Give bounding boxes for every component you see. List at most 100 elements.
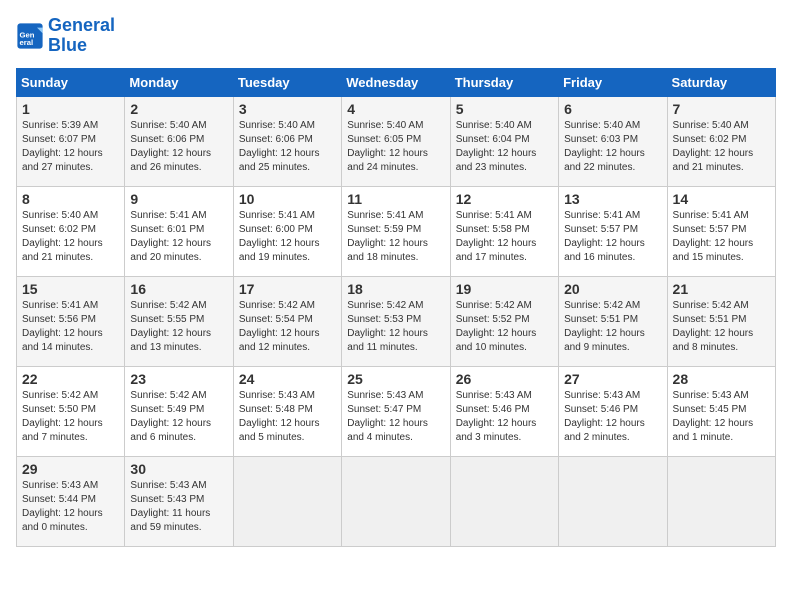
day-info: Sunrise: 5:41 AMSunset: 6:00 PMDaylight:… [239, 209, 336, 265]
calendar-body: 1Sunrise: 5:39 AMSunset: 6:07 PMDaylight… [17, 96, 776, 546]
calendar-week-1: 8 Sunrise: 5:40 AMSunset: 6:02 PMDaylight… [17, 186, 776, 276]
day-number: 3 [239, 101, 336, 117]
day-info: Sunrise: 5:41 AMSunset: 5:57 PMDaylight:… [564, 209, 661, 265]
logo: Gen eral General Blue [16, 16, 115, 56]
day-number: 23 [130, 371, 227, 387]
day-info: Sunrise: 5:43 AMSunset: 5:46 PMDaylight:… [564, 389, 661, 445]
calendar-cell [667, 456, 775, 546]
calendar-cell [450, 456, 558, 546]
day-number: 7 [673, 101, 770, 117]
calendar-cell [559, 456, 667, 546]
day-number: 15 [22, 281, 119, 297]
day-number: 5 [456, 101, 553, 117]
day-info: Sunrise: 5:42 AMSunset: 5:52 PMDaylight:… [456, 299, 553, 355]
calendar-cell: 6 Sunrise: 5:40 AMSunset: 6:03 PMDaylight… [559, 96, 667, 186]
day-header-saturday: Saturday [667, 68, 775, 96]
day-number: 2 [130, 101, 227, 117]
day-info: Sunrise: 5:40 AMSunset: 6:06 PMDaylight:… [239, 119, 336, 175]
day-info: Sunrise: 5:43 AMSunset: 5:43 PMDaylight:… [130, 479, 227, 535]
day-info: Sunrise: 5:40 AMSunset: 6:02 PMDaylight:… [22, 209, 119, 265]
calendar-cell: 2 Sunrise: 5:40 AMSunset: 6:06 PMDaylight… [125, 96, 233, 186]
calendar-cell: 27 Sunrise: 5:43 AMSunset: 5:46 PMDayligh… [559, 366, 667, 456]
calendar-week-2: 15 Sunrise: 5:41 AMSunset: 5:56 PMDayligh… [17, 276, 776, 366]
day-info: Sunrise: 5:43 AMSunset: 5:47 PMDaylight:… [347, 389, 444, 445]
calendar-cell: 9 Sunrise: 5:41 AMSunset: 6:01 PMDaylight… [125, 186, 233, 276]
day-number: 20 [564, 281, 661, 297]
calendar-cell: 1Sunrise: 5:39 AMSunset: 6:07 PMDaylight… [17, 96, 125, 186]
day-info: Sunrise: 5:43 AMSunset: 5:46 PMDaylight:… [456, 389, 553, 445]
calendar-cell: 22 Sunrise: 5:42 AMSunset: 5:50 PMDayligh… [17, 366, 125, 456]
calendar-cell: 5 Sunrise: 5:40 AMSunset: 6:04 PMDaylight… [450, 96, 558, 186]
day-number: 9 [130, 191, 227, 207]
day-header-sunday: Sunday [17, 68, 125, 96]
calendar-table: SundayMondayTuesdayWednesdayThursdayFrid… [16, 68, 776, 547]
day-number: 30 [130, 461, 227, 477]
day-info: Sunrise: 5:42 AMSunset: 5:55 PMDaylight:… [130, 299, 227, 355]
day-number: 8 [22, 191, 119, 207]
day-info: Sunrise: 5:42 AMSunset: 5:53 PMDaylight:… [347, 299, 444, 355]
calendar-cell: 8 Sunrise: 5:40 AMSunset: 6:02 PMDaylight… [17, 186, 125, 276]
day-header-wednesday: Wednesday [342, 68, 450, 96]
day-number: 10 [239, 191, 336, 207]
calendar-cell: 17 Sunrise: 5:42 AMSunset: 5:54 PMDayligh… [233, 276, 341, 366]
day-info: Sunrise: 5:42 AMSunset: 5:50 PMDaylight:… [22, 389, 119, 445]
day-info: Sunrise: 5:41 AMSunset: 5:58 PMDaylight:… [456, 209, 553, 265]
calendar-week-0: 1Sunrise: 5:39 AMSunset: 6:07 PMDaylight… [17, 96, 776, 186]
calendar-cell: 26 Sunrise: 5:43 AMSunset: 5:46 PMDayligh… [450, 366, 558, 456]
calendar-cell [233, 456, 341, 546]
day-number: 26 [456, 371, 553, 387]
calendar-cell: 30 Sunrise: 5:43 AMSunset: 5:43 PMDayligh… [125, 456, 233, 546]
day-info: Sunrise: 5:40 AMSunset: 6:06 PMDaylight:… [130, 119, 227, 175]
day-info: Sunrise: 5:43 AMSunset: 5:45 PMDaylight:… [673, 389, 770, 445]
day-number: 17 [239, 281, 336, 297]
calendar-header-row: SundayMondayTuesdayWednesdayThursdayFrid… [17, 68, 776, 96]
day-info: Sunrise: 5:39 AMSunset: 6:07 PMDaylight:… [22, 119, 119, 175]
day-info: Sunrise: 5:42 AMSunset: 5:49 PMDaylight:… [130, 389, 227, 445]
calendar-cell: 24Sunrise: 5:43 AMSunset: 5:48 PMDayligh… [233, 366, 341, 456]
day-number: 18 [347, 281, 444, 297]
logo-text: General Blue [48, 16, 115, 56]
calendar-cell: 10 Sunrise: 5:41 AMSunset: 6:00 PMDayligh… [233, 186, 341, 276]
calendar-cell: 29Sunrise: 5:43 AMSunset: 5:44 PMDayligh… [17, 456, 125, 546]
calendar-cell: 14Sunrise: 5:41 AMSunset: 5:57 PMDayligh… [667, 186, 775, 276]
day-info: Sunrise: 5:42 AMSunset: 5:51 PMDaylight:… [673, 299, 770, 355]
day-number: 19 [456, 281, 553, 297]
calendar-cell: 7Sunrise: 5:40 AMSunset: 6:02 PMDaylight… [667, 96, 775, 186]
calendar-cell: 3 Sunrise: 5:40 AMSunset: 6:06 PMDaylight… [233, 96, 341, 186]
day-info: Sunrise: 5:42 AMSunset: 5:54 PMDaylight:… [239, 299, 336, 355]
day-number: 14 [673, 191, 770, 207]
logo-icon: Gen eral [16, 22, 44, 50]
day-number: 13 [564, 191, 661, 207]
day-header-tuesday: Tuesday [233, 68, 341, 96]
calendar-cell: 23 Sunrise: 5:42 AMSunset: 5:49 PMDayligh… [125, 366, 233, 456]
calendar-cell: 19 Sunrise: 5:42 AMSunset: 5:52 PMDayligh… [450, 276, 558, 366]
day-number: 27 [564, 371, 661, 387]
day-header-thursday: Thursday [450, 68, 558, 96]
day-info: Sunrise: 5:40 AMSunset: 6:05 PMDaylight:… [347, 119, 444, 175]
calendar-cell [342, 456, 450, 546]
calendar-cell: 12 Sunrise: 5:41 AMSunset: 5:58 PMDayligh… [450, 186, 558, 276]
day-number: 24 [239, 371, 336, 387]
calendar-week-4: 29Sunrise: 5:43 AMSunset: 5:44 PMDayligh… [17, 456, 776, 546]
day-number: 6 [564, 101, 661, 117]
day-info: Sunrise: 5:40 AMSunset: 6:04 PMDaylight:… [456, 119, 553, 175]
day-info: Sunrise: 5:41 AMSunset: 6:01 PMDaylight:… [130, 209, 227, 265]
day-number: 21 [673, 281, 770, 297]
calendar-cell: 15 Sunrise: 5:41 AMSunset: 5:56 PMDayligh… [17, 276, 125, 366]
day-header-monday: Monday [125, 68, 233, 96]
day-number: 11 [347, 191, 444, 207]
calendar-week-3: 22 Sunrise: 5:42 AMSunset: 5:50 PMDayligh… [17, 366, 776, 456]
calendar-cell: 4Sunrise: 5:40 AMSunset: 6:05 PMDaylight… [342, 96, 450, 186]
calendar-cell: 16 Sunrise: 5:42 AMSunset: 5:55 PMDayligh… [125, 276, 233, 366]
page-header: Gen eral General Blue [16, 16, 776, 56]
calendar-cell: 21 Sunrise: 5:42 AMSunset: 5:51 PMDayligh… [667, 276, 775, 366]
day-number: 22 [22, 371, 119, 387]
calendar-cell: 13 Sunrise: 5:41 AMSunset: 5:57 PMDayligh… [559, 186, 667, 276]
day-number: 16 [130, 281, 227, 297]
calendar-cell: 25Sunrise: 5:43 AMSunset: 5:47 PMDayligh… [342, 366, 450, 456]
day-info: Sunrise: 5:41 AMSunset: 5:56 PMDaylight:… [22, 299, 119, 355]
day-header-friday: Friday [559, 68, 667, 96]
day-number: 12 [456, 191, 553, 207]
day-info: Sunrise: 5:40 AMSunset: 6:03 PMDaylight:… [564, 119, 661, 175]
calendar-cell: 18 Sunrise: 5:42 AMSunset: 5:53 PMDayligh… [342, 276, 450, 366]
